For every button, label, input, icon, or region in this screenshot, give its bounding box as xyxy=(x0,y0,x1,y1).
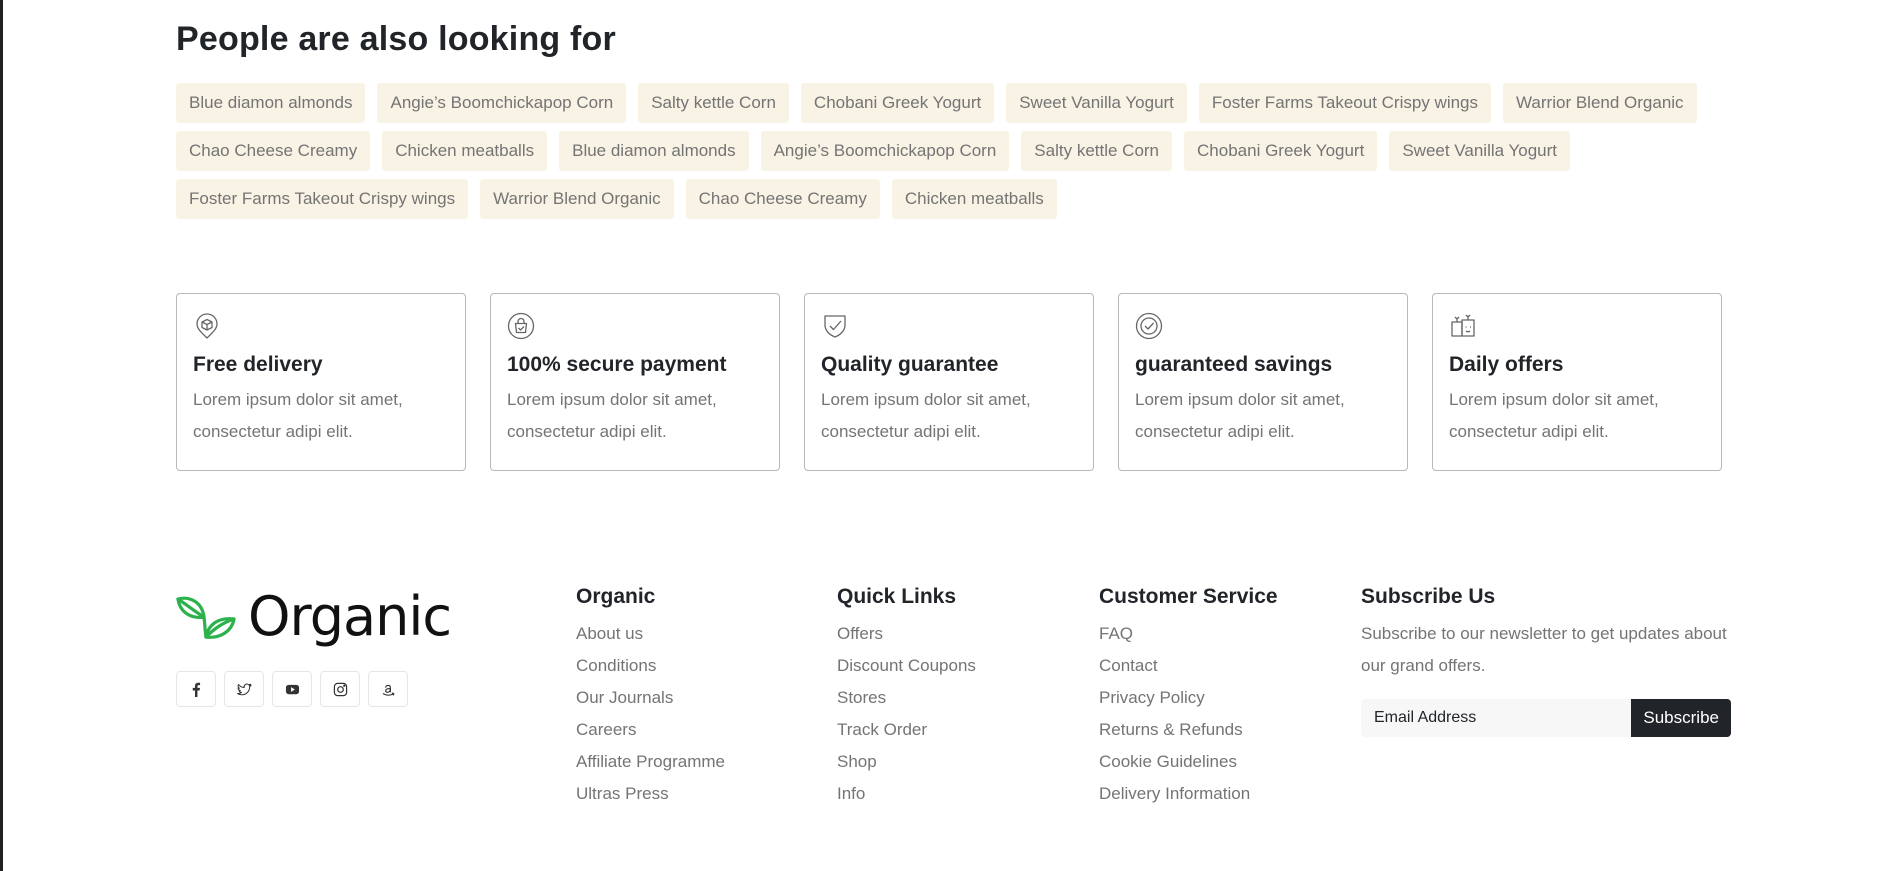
leaf-logo-icon xyxy=(176,596,236,639)
footer-link[interactable]: Contact xyxy=(1099,650,1278,682)
feature-cards: Free delivery Lorem ipsum dolor sit amet… xyxy=(176,293,1722,471)
feature-card-daily-offers: Daily offers Lorem ipsum dolor sit amet,… xyxy=(1432,293,1722,471)
tag-link[interactable]: Foster Farms Takeout Crispy wings xyxy=(176,179,469,219)
tag-link[interactable]: Salty kettle Corn xyxy=(1021,131,1173,171)
secure-bag-icon xyxy=(507,312,535,340)
tag-link[interactable]: Chao Cheese Creamy xyxy=(176,131,371,171)
email-field[interactable] xyxy=(1361,699,1632,737)
tag-link[interactable]: Chobani Greek Yogurt xyxy=(1184,131,1378,171)
footer-link[interactable]: Careers xyxy=(576,714,725,746)
footer-subscribe: Subscribe Us Subscribe to our newsletter… xyxy=(1361,584,1741,737)
footer-link[interactable]: Discount Coupons xyxy=(837,650,976,682)
feature-text: Lorem ipsum dolor sit amet, consectetur … xyxy=(1135,390,1345,441)
feature-title: guaranteed savings xyxy=(1135,353,1333,376)
tag-list: Blue diamon almonds Angie’s Boomchickapo… xyxy=(176,83,1732,219)
footer-link[interactable]: FAQ xyxy=(1099,618,1278,650)
footer-link[interactable]: Affiliate Programme xyxy=(576,746,725,778)
tag-link[interactable]: Chicken meatballs xyxy=(382,131,548,171)
window-left-border xyxy=(0,0,3,871)
column-title: Organic xyxy=(576,585,656,608)
tag-link[interactable]: Warrior Blend Organic xyxy=(480,179,674,219)
package-pin-icon xyxy=(193,312,221,340)
footer-column-organic: Organic About us Conditions Our Journals… xyxy=(576,584,725,810)
subscribe-title: Subscribe Us xyxy=(1361,585,1496,608)
subscribe-button[interactable]: Subscribe xyxy=(1631,699,1731,737)
feature-text: Lorem ipsum dolor sit amet, consectetur … xyxy=(1449,390,1659,441)
tag-link[interactable]: Salty kettle Corn xyxy=(638,83,789,123)
footer-link[interactable]: Privacy Policy xyxy=(1099,682,1278,714)
tag-link[interactable]: Sweet Vanilla Yogurt xyxy=(1389,131,1571,171)
footer-link[interactable]: Our Journals xyxy=(576,682,725,714)
tag-link[interactable]: Chobani Greek Yogurt xyxy=(800,83,995,123)
tag-link[interactable]: Foster Farms Takeout Crispy wings xyxy=(1198,83,1492,123)
brand-name: Organic xyxy=(248,585,452,648)
footer-logo[interactable]: Organic xyxy=(176,585,452,648)
feature-card-quality-guarantee: Quality guarantee Lorem ipsum dolor sit … xyxy=(804,293,1094,471)
footer-column-quick-links: Quick Links Offers Discount Coupons Stor… xyxy=(837,584,976,810)
gift-icon xyxy=(1449,312,1477,340)
badge-check-icon xyxy=(1135,312,1163,340)
social-links xyxy=(176,671,408,707)
feature-title: Daily offers xyxy=(1449,353,1564,376)
shield-check-icon xyxy=(821,312,849,340)
tag-link[interactable]: Blue diamon almonds xyxy=(176,83,366,123)
tag-link[interactable]: Chao Cheese Creamy xyxy=(685,179,880,219)
tag-link[interactable]: Blue diamon almonds xyxy=(559,131,749,171)
tag-link[interactable]: Sweet Vanilla Yogurt xyxy=(1006,83,1187,123)
tag-link[interactable]: Warrior Blend Organic xyxy=(1503,83,1697,123)
feature-text: Lorem ipsum dolor sit amet, consectetur … xyxy=(507,390,717,441)
footer-link[interactable]: Shop xyxy=(837,746,976,778)
footer-link[interactable]: Delivery Information xyxy=(1099,778,1278,810)
footer-link[interactable]: About us xyxy=(576,618,725,650)
feature-title: Quality guarantee xyxy=(821,353,999,376)
tag-link[interactable]: Angie’s Boomchickapop Corn xyxy=(760,131,1010,171)
footer-link[interactable]: Stores xyxy=(837,682,976,714)
footer-link[interactable]: Offers xyxy=(837,618,976,650)
footer-link[interactable]: Info xyxy=(837,778,976,810)
footer-link[interactable]: Track Order xyxy=(837,714,976,746)
footer-link[interactable]: Ultras Press xyxy=(576,778,725,810)
subscribe-form: Subscribe xyxy=(1361,699,1731,737)
feature-card-free-delivery: Free delivery Lorem ipsum dolor sit amet… xyxy=(176,293,466,471)
tag-link[interactable]: Chicken meatballs xyxy=(891,179,1057,219)
section-title: People are also looking for xyxy=(176,20,616,58)
footer-column-customer-service: Customer Service FAQ Contact Privacy Pol… xyxy=(1099,584,1278,810)
column-title: Customer Service xyxy=(1099,585,1278,608)
youtube-icon[interactable] xyxy=(272,671,312,707)
feature-title: 100% secure payment xyxy=(507,353,727,376)
subscribe-text: Subscribe to our newsletter to get updat… xyxy=(1361,624,1727,675)
feature-card-secure-payment: 100% secure payment Lorem ipsum dolor si… xyxy=(490,293,780,471)
feature-text: Lorem ipsum dolor sit amet, consectetur … xyxy=(193,390,403,441)
column-title: Quick Links xyxy=(837,585,957,608)
feature-text: Lorem ipsum dolor sit amet, consectetur … xyxy=(821,390,1031,441)
footer-link[interactable]: Returns & Refunds xyxy=(1099,714,1278,746)
footer-link[interactable]: Conditions xyxy=(576,650,725,682)
facebook-icon[interactable] xyxy=(176,671,216,707)
feature-card-guaranteed-savings: guaranteed savings Lorem ipsum dolor sit… xyxy=(1118,293,1408,471)
instagram-icon[interactable] xyxy=(320,671,360,707)
feature-title: Free delivery xyxy=(193,353,323,376)
amazon-icon[interactable] xyxy=(368,671,408,707)
footer-link[interactable]: Cookie Guidelines xyxy=(1099,746,1278,778)
tag-link[interactable]: Angie’s Boomchickapop Corn xyxy=(377,83,627,123)
twitter-icon[interactable] xyxy=(224,671,264,707)
